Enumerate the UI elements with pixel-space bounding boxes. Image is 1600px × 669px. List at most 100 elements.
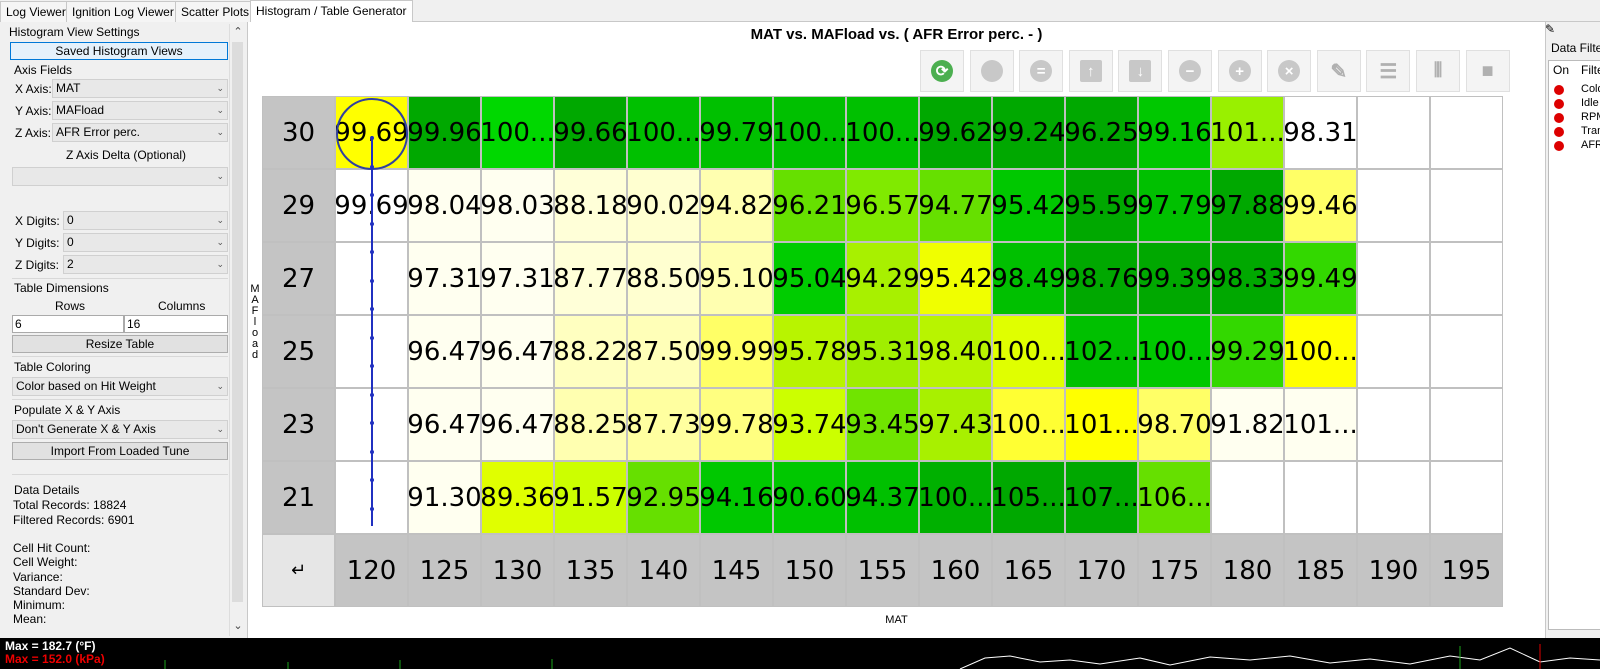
table-cell[interactable]: 99.78 — [700, 388, 773, 461]
chevron-down-icon[interactable]: ⌄ — [230, 618, 246, 634]
table-cell[interactable]: 95.31 — [846, 315, 919, 388]
plus-button[interactable]: + — [1217, 50, 1262, 92]
table-cell[interactable]: 95.42 — [992, 169, 1065, 242]
table-cell[interactable]: 96.47 — [408, 315, 481, 388]
filter-status-icon[interactable] — [1554, 85, 1564, 95]
table-cell[interactable] — [1430, 388, 1503, 461]
table-cell[interactable] — [1211, 461, 1284, 534]
rows-input[interactable]: 6 — [12, 315, 124, 333]
table-cell[interactable]: 101... — [1211, 96, 1284, 169]
z-digits-select[interactable]: 2 ⌄ — [63, 255, 228, 274]
table-cell[interactable]: 98.70 — [1138, 388, 1211, 461]
column-header[interactable]: 165 — [992, 534, 1065, 607]
filter-row[interactable]: AFR — [1549, 139, 1600, 153]
table-cell[interactable]: 100... — [1138, 315, 1211, 388]
table-cell[interactable]: 91.82 — [1211, 388, 1284, 461]
x-axis-select[interactable]: MAT ⌄ — [52, 79, 228, 98]
table-cell[interactable]: 100... — [627, 96, 700, 169]
table-cell[interactable]: 87.77 — [554, 242, 627, 315]
table-cell[interactable]: 96.47 — [481, 388, 554, 461]
table-cell[interactable]: 93.74 — [773, 388, 846, 461]
filter-status-icon[interactable] — [1554, 113, 1564, 123]
y-axis-select[interactable]: MAFload ⌄ — [52, 101, 228, 120]
table-cell[interactable]: 97.31 — [481, 242, 554, 315]
table-cell[interactable]: 101... — [1065, 388, 1138, 461]
settings-scrollbar[interactable]: ⌃ ⌄ — [229, 24, 245, 636]
table-cell[interactable]: 98.33 — [1211, 242, 1284, 315]
move-down-button[interactable]: ↓ — [1118, 50, 1163, 92]
table-cell[interactable]: 100... — [992, 388, 1065, 461]
filter-status-icon[interactable] — [1554, 99, 1564, 109]
table-cell[interactable] — [1430, 169, 1503, 242]
tab-histogram-table-generator[interactable]: Histogram / Table Generator — [250, 0, 413, 23]
table-cell[interactable]: 97.43 — [919, 388, 992, 461]
y-digits-select[interactable]: 0 ⌄ — [63, 233, 228, 252]
table-cell[interactable] — [1357, 169, 1430, 242]
row-header[interactable]: 25 — [262, 315, 335, 388]
chevron-up-icon[interactable]: ⌃ — [230, 24, 246, 40]
table-cell[interactable]: 94.77 — [919, 169, 992, 242]
table-cell[interactable]: 100... — [773, 96, 846, 169]
table-cell[interactable]: 95.04 — [773, 242, 846, 315]
z-delta-select[interactable]: ⌄ — [12, 167, 228, 186]
table-cell[interactable]: 88.50 — [627, 242, 700, 315]
row-header[interactable]: 27 — [262, 242, 335, 315]
table-cell[interactable]: 96.57 — [846, 169, 919, 242]
table-cell[interactable]: 96.21 — [773, 169, 846, 242]
column-header[interactable]: 120 — [335, 534, 408, 607]
populate-select[interactable]: Don't Generate X & Y Axis ⌄ — [12, 420, 228, 439]
table-cell[interactable] — [1357, 242, 1430, 315]
table-cell[interactable]: 88.18 — [554, 169, 627, 242]
equals-button[interactable]: = — [1019, 50, 1064, 92]
column-header[interactable]: 180 — [1211, 534, 1284, 607]
table-cell[interactable]: 100... — [481, 96, 554, 169]
column-header[interactable]: 175 — [1138, 534, 1211, 607]
table-cell[interactable]: 98.31 — [1284, 96, 1357, 169]
log-graph-strip[interactable]: Max = 182.7 (°F) Max = 152.0 (kPa) — [0, 638, 1600, 669]
table-cell[interactable] — [1357, 388, 1430, 461]
scrollbar-thumb[interactable] — [232, 42, 243, 602]
table-cell[interactable]: 95.78 — [773, 315, 846, 388]
column-header[interactable]: 125 — [408, 534, 481, 607]
table-cell[interactable] — [1430, 242, 1503, 315]
column-header[interactable]: 185 — [1284, 534, 1357, 607]
column-header[interactable]: 170 — [1065, 534, 1138, 607]
filter-status-icon[interactable] — [1554, 141, 1564, 151]
corner-return-icon[interactable]: ↵ — [262, 534, 335, 607]
table-cell[interactable]: 99.99 — [700, 315, 773, 388]
column-header[interactable]: 145 — [700, 534, 773, 607]
refresh-button[interactable]: ⟳ — [920, 50, 964, 92]
move-up-button[interactable]: ↑ — [1068, 50, 1113, 92]
table-cell[interactable]: 99.24 — [992, 96, 1065, 169]
clear-button[interactable]: × — [1267, 50, 1312, 92]
table-cell[interactable]: 90.02 — [627, 169, 700, 242]
rows-button[interactable]: ☰ — [1366, 50, 1411, 92]
table-cell[interactable]: 87.50 — [627, 315, 700, 388]
column-header[interactable]: 140 — [627, 534, 700, 607]
table-cell[interactable]: 94.16 — [700, 461, 773, 534]
column-header[interactable]: 150 — [773, 534, 846, 607]
filter-status-icon[interactable] — [1554, 127, 1564, 137]
table-cell[interactable]: 95.59 — [1065, 169, 1138, 242]
table-cell[interactable]: 99.39 — [1138, 242, 1211, 315]
tab-log-viewer[interactable]: Log Viewer — [0, 1, 72, 22]
column-header[interactable]: 160 — [919, 534, 992, 607]
table-cell[interactable]: 107... — [1065, 461, 1138, 534]
table-cell[interactable] — [1284, 461, 1357, 534]
table-cell[interactable]: 100... — [846, 96, 919, 169]
table-cell[interactable]: 99.79 — [700, 96, 773, 169]
tab-ignition-log-viewer[interactable]: Ignition Log Viewer — [66, 1, 180, 22]
row-header[interactable]: 29 — [262, 169, 335, 242]
table-cell[interactable]: 91.57 — [554, 461, 627, 534]
x-digits-select[interactable]: 0 ⌄ — [63, 211, 228, 230]
table-cell[interactable] — [1357, 96, 1430, 169]
tab-scatter-plots[interactable]: Scatter Plots — [175, 1, 256, 22]
table-cell[interactable]: 99.66 — [554, 96, 627, 169]
table-cell[interactable]: 90.60 — [773, 461, 846, 534]
filter-row[interactable]: Trans — [1549, 125, 1600, 139]
table-cell[interactable]: 99.96 — [408, 96, 481, 169]
minus-button[interactable]: − — [1168, 50, 1212, 92]
table-cell[interactable]: 106... — [1138, 461, 1211, 534]
filter-row[interactable]: RPM — [1549, 111, 1600, 125]
resize-table-button[interactable]: Resize Table — [12, 335, 228, 353]
